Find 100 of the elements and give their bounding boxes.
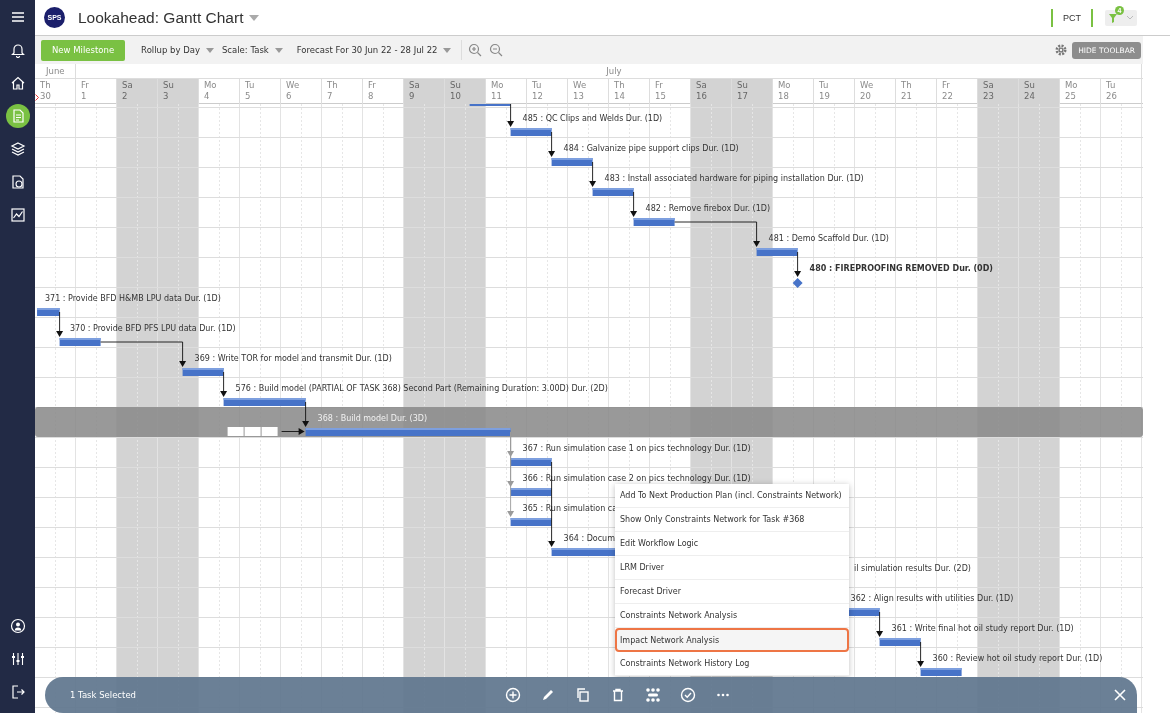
task-label: 480 : FIREPROOFING REMOVED Dur. (0D) xyxy=(809,263,993,274)
caret-down-icon xyxy=(205,47,214,53)
zoom-out-icon[interactable] xyxy=(489,43,504,57)
weekday-label: We xyxy=(286,80,301,91)
gear-icon[interactable] xyxy=(1055,44,1068,56)
weekday-label: Sa xyxy=(983,80,995,91)
task-label: 576 : Build model (PARTIAL OF TASK 368) Second Part (Remaining Duration: 3.00D) Dur. (2D) xyxy=(235,383,608,394)
dependency-arrow xyxy=(589,161,597,187)
user-icon xyxy=(9,618,26,634)
dependency-arrow xyxy=(548,131,556,157)
caret-down-icon[interactable] xyxy=(249,14,260,21)
delete-icon[interactable] xyxy=(610,687,626,703)
menu-icon xyxy=(9,9,26,25)
weekday-label: Tu xyxy=(819,80,830,91)
dependency-arrow xyxy=(220,371,228,397)
date-label: 13 xyxy=(573,91,585,102)
date-label: 14 xyxy=(614,91,626,102)
date-label: 11 xyxy=(491,91,503,102)
date-label: 24 xyxy=(1024,91,1036,102)
date-label: 6 xyxy=(286,91,293,102)
dropdown[interactable]: Scale: Task xyxy=(221,45,283,55)
weekday-label: Su xyxy=(163,80,175,91)
task-label: 362 : Align results with utilities Dur. (1D) xyxy=(850,593,1014,604)
schedule-nav-button[interactable] xyxy=(5,104,30,128)
weekday-label: Su xyxy=(737,80,749,91)
date-label: 15 xyxy=(655,91,667,102)
dropdown[interactable]: Forecast For 30 Jun 22 - 28 Jul 22 xyxy=(296,45,452,55)
task-label: 370 : Provide BFD PFS LPU data Dur. (1D) xyxy=(70,323,236,334)
task-label: 360 : Review hot oil study report Dur. (1D) xyxy=(932,653,1103,664)
task-label: il simulation results Dur. (2D) xyxy=(854,563,971,574)
task-label: 482 : Remove firebox Dur. (1D) xyxy=(645,203,771,214)
task-label: 481 : Demo Scaffold Dur. (1D) xyxy=(768,233,889,244)
weekday-label: Mo xyxy=(778,80,792,91)
dependency-arrow xyxy=(56,311,64,337)
date-label: 17 xyxy=(737,91,749,102)
add-icon[interactable] xyxy=(505,687,521,703)
date-label: 23 xyxy=(983,91,995,102)
menu-item[interactable]: LRM Driver xyxy=(615,556,849,580)
copy-icon[interactable] xyxy=(575,687,591,703)
task-bar[interactable] xyxy=(510,518,552,526)
weekday-label: Tu xyxy=(532,80,543,91)
weekday-label: Fr xyxy=(81,80,90,91)
weekday-label: Mo xyxy=(1065,80,1079,91)
date-label: 7 xyxy=(327,91,334,102)
date-label: 12 xyxy=(532,91,544,102)
weekday-label: Su xyxy=(1024,80,1036,91)
weekday-label: Fr xyxy=(655,80,664,91)
weekday-label: We xyxy=(573,80,588,91)
task-label: 364 : Docum xyxy=(563,533,615,544)
dependency-arrow xyxy=(507,104,515,127)
weekday-label: Mo xyxy=(204,80,218,91)
pct-toggle[interactable]: PCT xyxy=(1051,8,1093,27)
dependency-arrow xyxy=(917,641,925,667)
date-label: 9 xyxy=(409,91,416,102)
menu-item[interactable]: Impact Network Analysis xyxy=(615,628,849,652)
dependency-arrow xyxy=(630,191,638,217)
sliders-icon xyxy=(9,651,26,667)
task-label: 371 : Provide BFD H&MB LPU data Dur. (1D) xyxy=(45,293,221,304)
date-label: 20 xyxy=(860,91,872,102)
layers-icon xyxy=(9,141,26,157)
task-label: 367 : Run simulation case 1 on pics technology Dur. (1D) xyxy=(522,443,751,454)
weekday-label: We xyxy=(860,80,875,91)
task-label: 483 : Install associated hardware for piping installation Dur. (1D) xyxy=(604,173,864,184)
date-label: 4 xyxy=(204,91,211,102)
dependency-arrow xyxy=(876,611,884,637)
date-label: 1 xyxy=(81,91,88,102)
date-label: 3 xyxy=(163,91,170,102)
date-label: 25 xyxy=(1065,91,1077,102)
weekday-label: Th xyxy=(40,80,52,91)
weekday-label: Sa xyxy=(409,80,421,91)
caret-down-icon xyxy=(274,47,283,53)
weekday-label: Sa xyxy=(696,80,708,91)
remaining-segments xyxy=(227,427,278,436)
menu-item[interactable]: Constraints Network History Log xyxy=(615,652,849,676)
edit-icon[interactable] xyxy=(540,687,556,703)
menu-item[interactable]: Show Only Constraints Network for Task #368 xyxy=(615,508,849,532)
date-label: 18 xyxy=(778,91,790,102)
date-label: 10 xyxy=(450,91,462,102)
date-label: 8 xyxy=(368,91,375,102)
chevron-down-icon xyxy=(1126,15,1134,20)
check-circle-icon[interactable] xyxy=(680,687,696,703)
milestone-diamond[interactable] xyxy=(792,278,803,288)
date-label: 22 xyxy=(942,91,954,102)
task-label: 361 : Write final hot oil study report Dur. (1D) xyxy=(891,623,1074,634)
weekday-label: Fr xyxy=(368,80,377,91)
task-bar[interactable] xyxy=(510,488,552,496)
selected-row-highlight[interactable] xyxy=(35,407,1143,437)
zoom-in-icon[interactable] xyxy=(468,43,483,57)
weekday-label: Tu xyxy=(245,80,256,91)
menu-item[interactable]: Forecast Driver xyxy=(615,580,849,604)
network-icon[interactable] xyxy=(645,687,661,703)
chart-icon xyxy=(9,207,26,223)
dropdown[interactable]: Rollup by Day xyxy=(141,45,214,55)
menu-item[interactable]: Edit Workflow Logic xyxy=(615,532,849,556)
document-icon xyxy=(9,174,26,190)
close-icon[interactable] xyxy=(1114,689,1126,701)
task-label: 485 : QC Clips and Welds Dur. (1D) xyxy=(522,113,663,124)
weekday-label: Th xyxy=(614,80,626,91)
menu-item[interactable]: Add To Next Production Plan (incl. Constraints Network) xyxy=(615,484,849,508)
selection-count: 1 Task Selected xyxy=(70,690,137,700)
